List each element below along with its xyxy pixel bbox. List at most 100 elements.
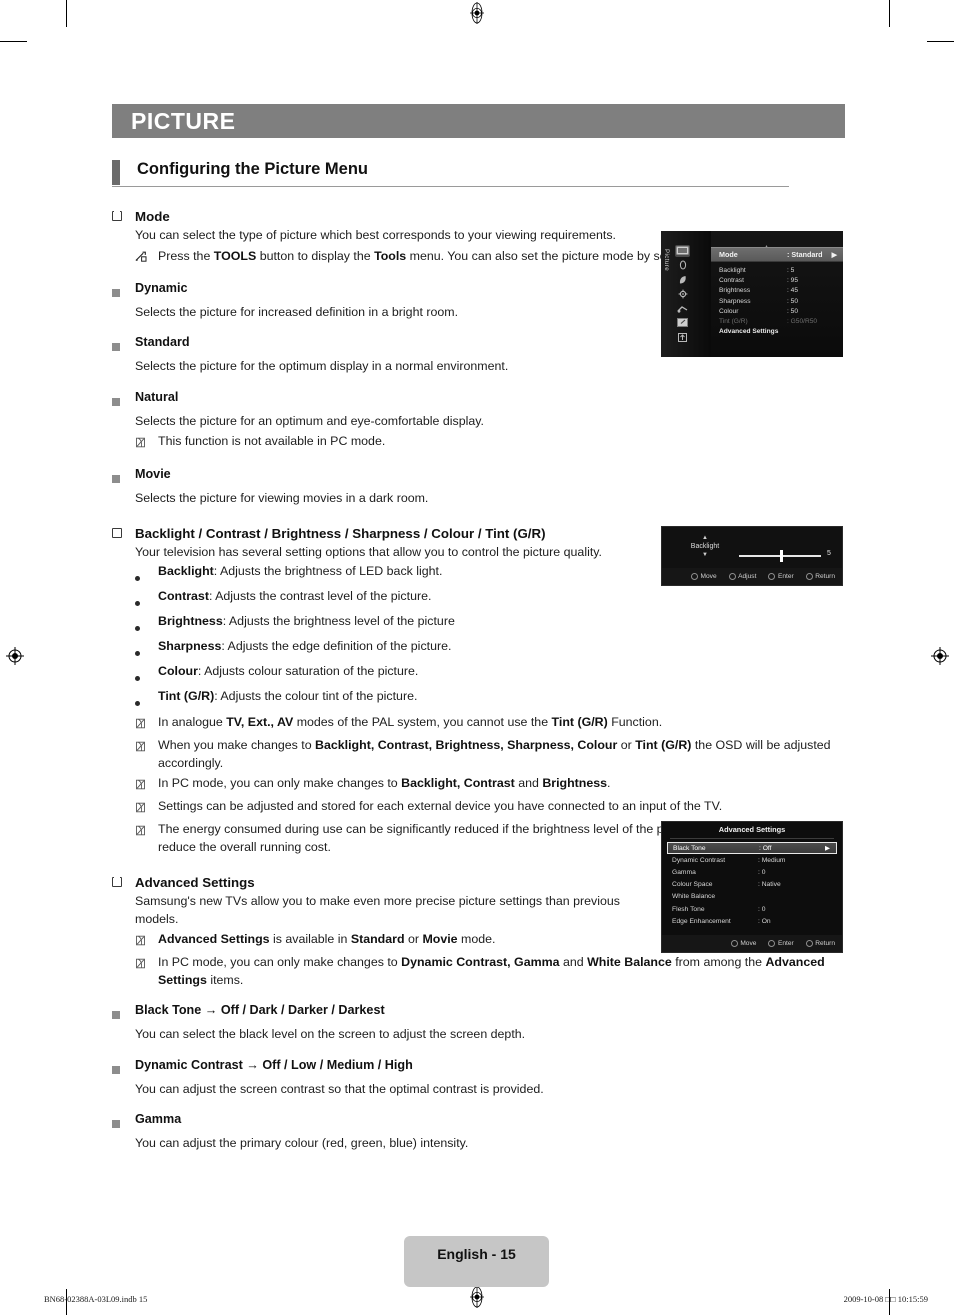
section-divider <box>112 186 789 187</box>
osd-menu-row-value: : 50 <box>787 307 798 315</box>
osd-menu-row-value: : 50 <box>787 297 798 305</box>
heading-natural: Natural <box>112 389 845 411</box>
osd-advanced-footer-item[interactable]: Enter <box>768 940 794 947</box>
section-accent-bar <box>112 160 120 185</box>
osd-menu-row[interactable]: Brightness: 45 <box>711 286 843 296</box>
heading-gamma-label: Gamma <box>135 1112 182 1126</box>
dynamic-contrast-desc: You can adjust the screen contrast so th… <box>135 1081 544 1096</box>
osd-advanced-row-value: : On <box>758 917 771 925</box>
osd-backlight-footer-item[interactable]: Enter <box>768 573 794 580</box>
osd-advanced-footer: Move Enter Return <box>662 935 842 952</box>
osd-advanced-row-value: : 0 <box>758 905 766 913</box>
osd-advanced-footer-item[interactable]: Return <box>805 940 835 947</box>
osd-footer-label: Return <box>815 940 835 947</box>
osd-backlight-footer-item[interactable]: Adjust <box>728 573 757 580</box>
osd-advanced-row[interactable]: Edge Enhancement: On <box>662 915 842 927</box>
osd-backlight-footer-item[interactable]: Return <box>805 573 835 580</box>
dot-bullet-icon <box>135 612 158 636</box>
osd-footer-label: Move <box>740 940 757 947</box>
osd-menu-row[interactable]: Backlight: 5 <box>711 265 843 275</box>
osd-advanced-row-value: : 0 <box>758 868 766 876</box>
chapter-title-bar: PICTURE <box>112 104 845 138</box>
osd-menu-row[interactable]: Colour : 50 <box>711 306 843 316</box>
osd-footer-label: Return <box>815 573 835 580</box>
osd-backlight-footer: Move Adjust Enter Return <box>662 568 842 585</box>
osd-backlight-value: 5 <box>827 550 831 557</box>
osd-advanced-row-value: : Native <box>758 881 781 889</box>
natural-desc: Selects the picture for an optimum and e… <box>135 413 484 428</box>
heading-movie-label: Movie <box>135 467 171 481</box>
page-number-label: English - 15 <box>437 1245 516 1262</box>
osd-advanced-row-label: Gamma <box>672 868 696 876</box>
crop-mark-left <box>0 41 27 42</box>
picture-adjust-note: In PC mode, you can only make changes to… <box>135 775 845 795</box>
osd-advanced-row[interactable]: White Balance <box>662 891 842 903</box>
osd-sidebar-icons <box>675 245 697 346</box>
filled-square-icon <box>112 466 135 488</box>
natural-note-text: This function is not available in PC mod… <box>158 434 386 448</box>
picture-adjust-note: In analogue TV, Ext., AV modes of the PA… <box>135 714 845 734</box>
osd-advanced-settings-screenshot: Advanced Settings Black Tone: Off ▶ Dynami… <box>661 821 843 953</box>
print-filename: BN68-02388A-03L09.indb 15 <box>44 1294 148 1304</box>
heading-picture-adjust-label: Backlight / Contrast / Brightness / Shar… <box>135 525 546 541</box>
osd-advanced-row[interactable]: Dynamic Contrast: Medium <box>662 854 842 866</box>
picture-adjust-bullet-text: Sharpness: Adjusts the edge definition o… <box>158 639 452 653</box>
crop-mark-top-right <box>889 0 890 27</box>
osd-sidebar-label: Picture <box>663 249 670 272</box>
osd-menu-row-value: : 45 <box>787 287 798 295</box>
osd-menu-row-value: : G50/R50 <box>787 318 818 326</box>
osd-menu-row-label: Advanced Settings <box>719 328 779 336</box>
osd-backlight-footer-item[interactable]: Move <box>690 573 717 580</box>
osd-row-mode-value: : Standard <box>787 250 823 259</box>
picture-adjust-note-text: In PC mode, you can only make changes to… <box>158 776 611 790</box>
osd-footer-key-icon <box>805 940 813 947</box>
chevron-down-icon: ▼ <box>702 552 708 558</box>
dot-bullet-icon <box>135 562 158 586</box>
osd-icon-picture <box>675 245 690 257</box>
osd-menu-row-value: : 95 <box>787 276 798 284</box>
filled-square-icon <box>112 1111 135 1133</box>
crop-mark-top-left <box>66 0 67 27</box>
dot-bullet-icon <box>135 662 158 686</box>
note-leaf-icon <box>135 714 158 734</box>
heading-dynamic-contrast: Dynamic Contrast → Off / Low / Medium / … <box>112 1057 845 1079</box>
crop-mark-right <box>927 41 954 42</box>
tools-icon <box>135 248 158 267</box>
osd-menu-row-label: Colour <box>719 307 739 315</box>
osd-menu-row[interactable]: Tint (G/R): G50/R50 <box>711 316 843 326</box>
note-leaf-icon <box>135 954 158 974</box>
hollow-square-icon <box>112 208 135 225</box>
osd-menu-row[interactable]: Advanced Settings <box>711 327 843 337</box>
osd-menu-row[interactable]: Sharpness: 50 <box>711 296 843 306</box>
osd-advanced-row-value: : Medium <box>758 856 786 864</box>
osd-advanced-row[interactable]: Colour Space: Native <box>662 879 842 891</box>
standard-desc: Selects the picture for the optimum disp… <box>135 359 509 373</box>
osd-row-mode[interactable]: Mode : Standard ▶ <box>711 247 843 262</box>
picture-adjust-note-text: When you make changes to Backlight, Cont… <box>158 738 831 770</box>
osd-backlight-slider-thumb[interactable] <box>780 550 784 562</box>
advanced-note-text: Advanced Settings is available in Standa… <box>158 932 496 946</box>
osd-icon-support <box>675 331 690 343</box>
osd-advanced-row[interactable]: Flesh Tone: 0 <box>662 903 842 915</box>
black-tone-desc: You can select the black level on the sc… <box>135 1027 526 1041</box>
osd-icon-input <box>675 303 690 315</box>
picture-adjust-note: When you make changes to Backlight, Cont… <box>135 737 845 772</box>
osd-backlight-label: Backlight <box>690 543 720 550</box>
heading-dynamic-contrast-label: Dynamic Contrast → Off / Low / Medium / … <box>135 1057 413 1072</box>
heading-dynamic-label: Dynamic <box>135 280 188 295</box>
note-leaf-icon <box>135 931 158 951</box>
filled-square-icon <box>112 1057 135 1079</box>
osd-menu-row-label: Backlight <box>719 266 746 274</box>
natural-note: This function is not available in PC mod… <box>135 433 845 453</box>
osd-advanced-title: Advanced Settings <box>718 825 786 834</box>
section-heading: Configuring the Picture Menu <box>112 160 789 190</box>
osd-footer-key-icon <box>768 573 776 580</box>
osd-advanced-row[interactable]: Gamma : 0 <box>662 866 842 878</box>
osd-footer-key-icon <box>728 573 736 580</box>
filled-square-icon <box>112 280 135 302</box>
picture-adjust-bullet: Brightness: Adjusts the brightness level… <box>135 612 845 636</box>
osd-advanced-footer-item[interactable]: Move <box>730 940 757 947</box>
osd-menu-row[interactable]: Contrast: 95 <box>711 275 843 285</box>
osd-advanced-row[interactable]: Black Tone: Off ▶ <box>667 842 837 855</box>
osd-footer-label: Adjust <box>738 573 757 580</box>
